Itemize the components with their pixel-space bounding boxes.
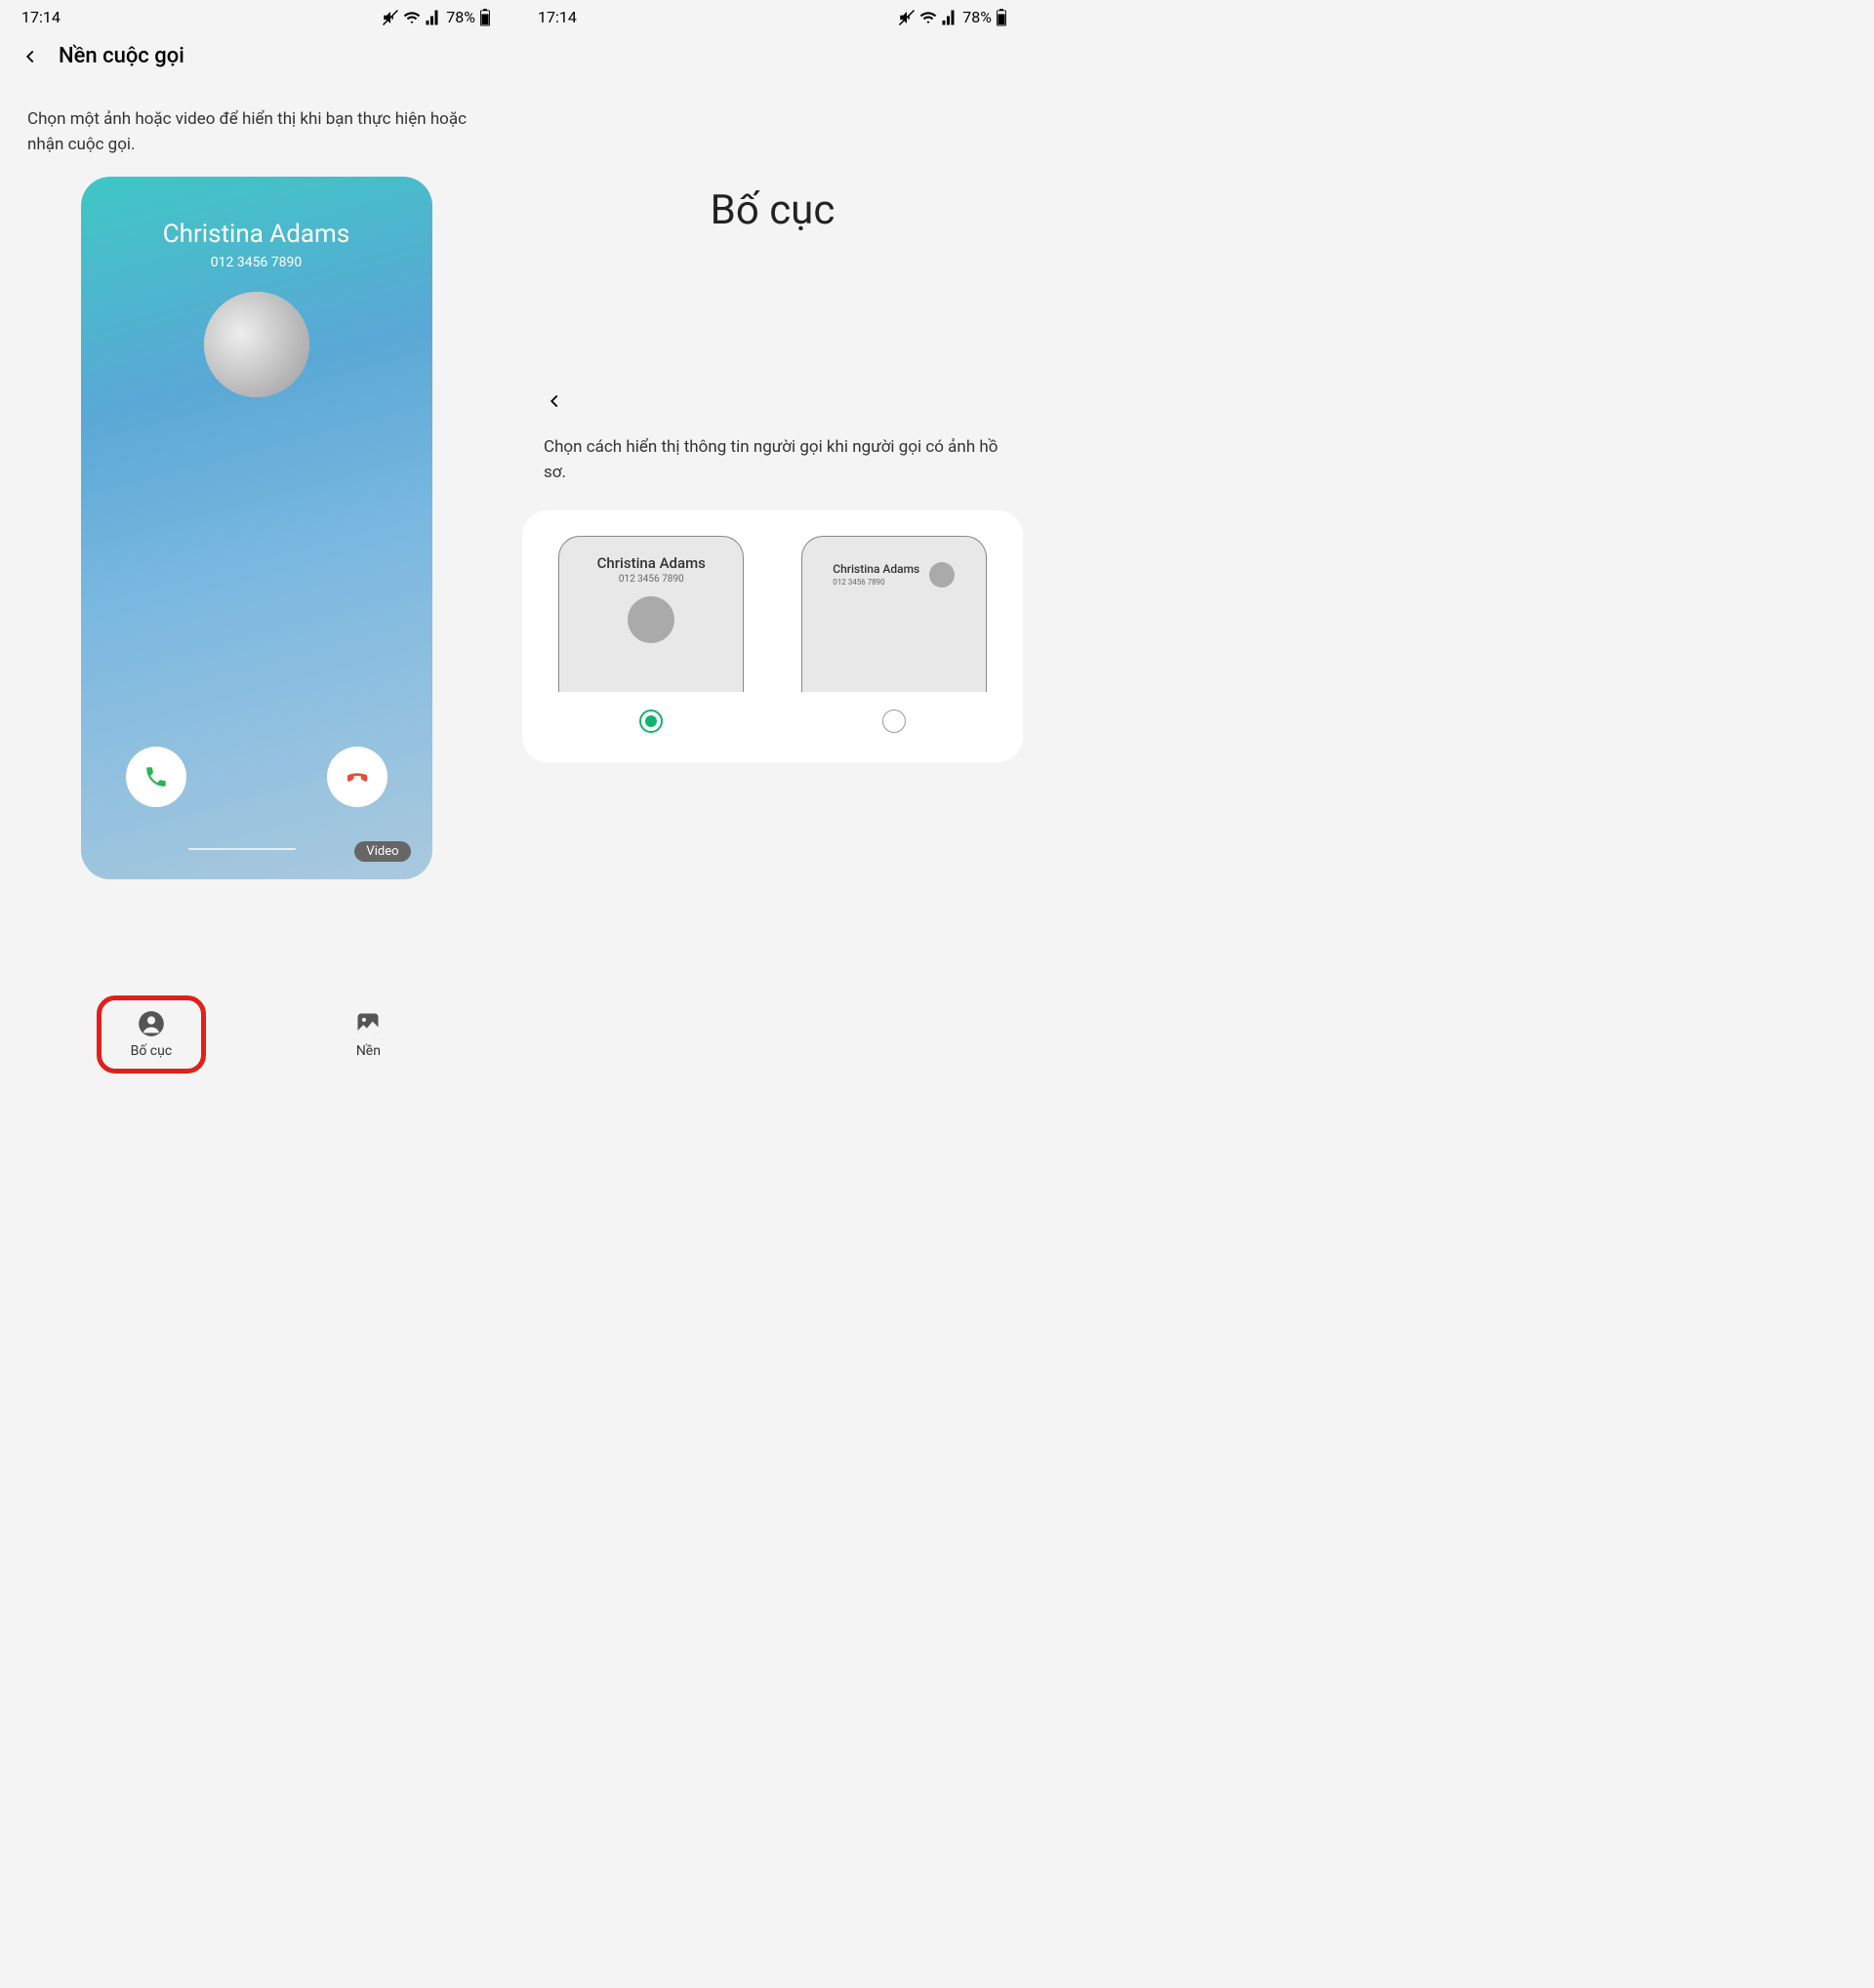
layout-option-center[interactable]: Christina Adams 012 3456 7890	[542, 536, 761, 733]
preview-avatar	[628, 596, 674, 643]
person-icon	[138, 1010, 165, 1037]
signal-icon	[941, 9, 958, 26]
tab-layout[interactable]: Bố cục	[102, 1000, 202, 1069]
back-icon[interactable]	[544, 390, 565, 412]
status-time: 17:14	[538, 8, 577, 26]
status-bar: 17:14 78%	[0, 0, 512, 30]
status-bar: 17:14 78%	[516, 0, 1029, 30]
back-icon[interactable]	[20, 46, 41, 67]
layout-options: Christina Adams 012 3456 7890 Christina …	[522, 510, 1023, 762]
radio-selected[interactable]	[639, 710, 663, 733]
big-title: Bố cục	[516, 186, 1029, 234]
bottom-tabs: Bố cục Nền	[0, 983, 512, 1088]
tab-background[interactable]: Nền	[325, 1000, 411, 1069]
wifi-icon	[919, 9, 937, 26]
preview-name: Christina Adams	[833, 562, 919, 576]
battery-text: 78%	[446, 8, 475, 26]
phone-decline-icon	[343, 762, 372, 791]
preview-name: Christina Adams	[569, 554, 733, 572]
video-badge: Video	[354, 841, 410, 862]
status-icons: 78%	[898, 8, 1007, 26]
call-buttons	[81, 747, 432, 807]
layout-preview-side: Christina Adams 012 3456 7890	[801, 536, 987, 692]
page-title: Nền cuộc gọi	[59, 44, 184, 68]
decline-call-button[interactable]	[327, 747, 387, 807]
tab-background-label: Nền	[356, 1043, 381, 1059]
status-time: 17:14	[21, 8, 61, 26]
battery-icon	[996, 9, 1007, 26]
phone-accept-icon	[143, 764, 169, 790]
accept-call-button[interactable]	[126, 747, 186, 807]
mute-icon	[382, 9, 399, 26]
phone-screen-left: 17:14 78% Nền cuộc gọi Chọn một ảnh hoặc…	[0, 0, 512, 1088]
radio-unselected[interactable]	[882, 710, 906, 733]
caller-number: 012 3456 7890	[81, 255, 432, 270]
layout-option-side[interactable]: Christina Adams 012 3456 7890	[785, 536, 1004, 733]
phone-screen-right: 17:14 78% Bố cục Chọn cách hiển thị thôn…	[516, 0, 1029, 1088]
layout-preview-center: Christina Adams 012 3456 7890	[558, 536, 744, 692]
back-container	[516, 234, 1029, 416]
preview-number: 012 3456 7890	[833, 578, 919, 587]
description-text: Chọn một ảnh hoặc video để hiển thị khi …	[0, 78, 512, 177]
home-indicator	[188, 848, 296, 850]
wifi-icon	[403, 9, 421, 26]
caller-avatar	[204, 292, 309, 397]
call-preview: Christina Adams 012 3456 7890 Video	[81, 177, 432, 879]
status-icons: 78%	[382, 8, 491, 26]
signal-icon	[425, 9, 442, 26]
image-icon	[354, 1010, 382, 1037]
mute-icon	[898, 9, 916, 26]
tab-layout-label: Bố cục	[131, 1043, 173, 1059]
layout-description: Chọn cách hiển thị thông tin người gọi k…	[516, 416, 1029, 510]
battery-icon	[479, 9, 491, 26]
preview-number: 012 3456 7890	[569, 574, 733, 585]
battery-text: 78%	[962, 8, 992, 26]
caller-name: Christina Adams	[81, 220, 432, 249]
preview-avatar-small	[929, 562, 955, 588]
header: Nền cuộc gọi	[0, 30, 512, 78]
